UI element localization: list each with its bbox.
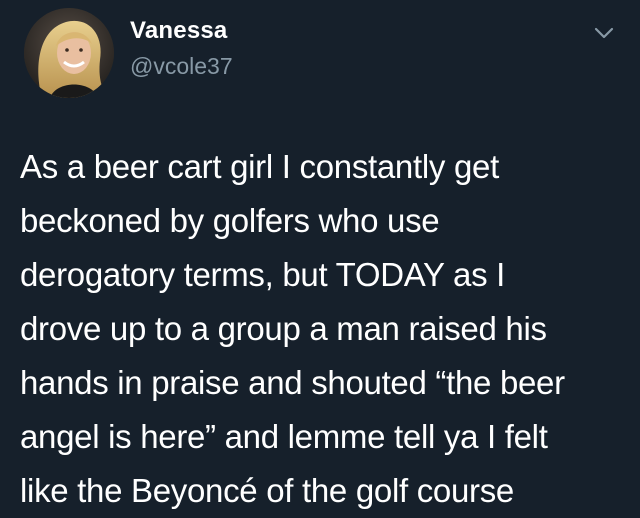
tweet-text-line: drove up to a group a man raised his <box>20 310 547 347</box>
tweet-text-line: hands in praise and shouted “the beer <box>20 364 565 401</box>
avatar[interactable] <box>24 8 114 98</box>
tweet-text-line: As a beer cart girl I constantly get <box>20 148 499 185</box>
tweet-card: Vanessa @vcole37 As a beer cart girl I c… <box>0 0 640 514</box>
user-handle[interactable]: @vcole37 <box>130 53 233 80</box>
tweet-text-line: beckoned by golfers who use <box>20 202 440 239</box>
tweet-text-line: like the Beyoncé of the golf course <box>20 472 514 509</box>
tweet-text-line: angel is here” and lemme tell ya I felt <box>20 418 548 455</box>
chevron-down-icon[interactable] <box>590 22 618 44</box>
avatar-photo <box>24 8 114 98</box>
tweet-text-line: derogatory terms, but TODAY as I <box>20 256 506 293</box>
display-name[interactable]: Vanessa <box>130 17 227 45</box>
tweet-text: As a beer cart girl I constantly get bec… <box>20 140 630 518</box>
